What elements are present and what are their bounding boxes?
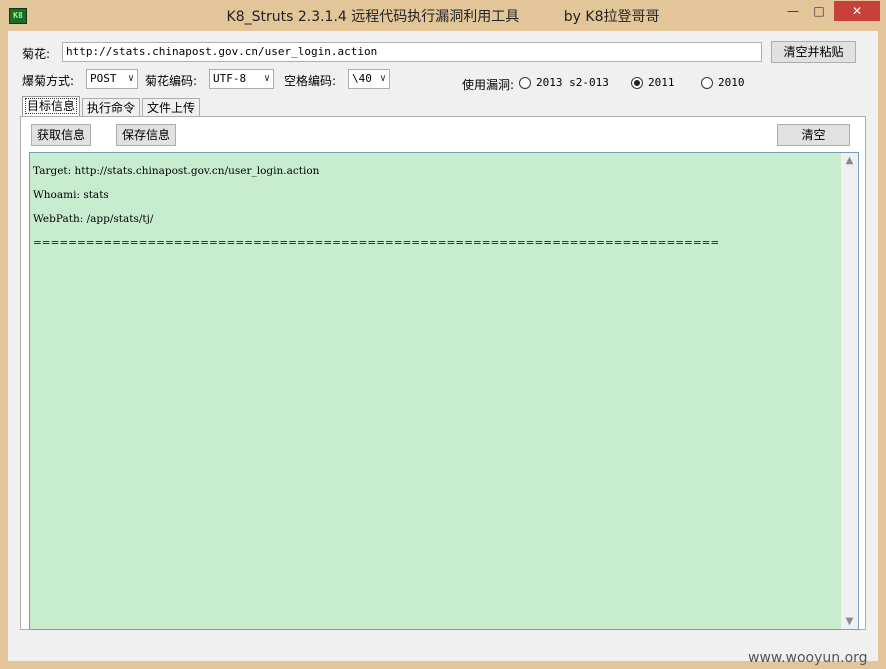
- get-info-button[interactable]: 获取信息: [31, 124, 91, 146]
- close-button[interactable]: ✕: [834, 1, 880, 21]
- space-encoding-select[interactable]: \40 ∨: [348, 69, 390, 89]
- tab-execute-command[interactable]: 执行命令: [82, 98, 140, 116]
- vuln-radio-2013[interactable]: [519, 77, 531, 89]
- chevron-down-icon: ∨: [127, 73, 134, 84]
- output-line-whoami: Whoami: stats: [33, 189, 109, 201]
- output-text: Target: http://stats.chinapost.gov.cn/us…: [33, 159, 823, 255]
- method-select-value: POST: [90, 72, 117, 85]
- output-line-separator: ========================================…: [33, 237, 720, 249]
- chevron-down-icon: ∨: [379, 73, 386, 84]
- app-window: K8 K8_Struts 2.3.1.4 远程代码执行漏洞利用工具 by K8拉…: [0, 0, 886, 669]
- tab-target-info-label: 目标信息: [24, 98, 77, 114]
- encoding-select[interactable]: UTF-8 ∨: [209, 69, 274, 89]
- tab-execute-command-label: 执行命令: [86, 101, 135, 115]
- title-bar[interactable]: K8 K8_Struts 2.3.1.4 远程代码执行漏洞利用工具 by K8拉…: [0, 0, 886, 30]
- method-label: 爆菊方式:: [22, 74, 75, 88]
- tab-file-upload-label: 文件上传: [146, 101, 195, 115]
- vuln-radio-2010-label[interactable]: 2010: [718, 76, 745, 89]
- output-textarea[interactable]: Target: http://stats.chinapost.gov.cn/us…: [29, 152, 859, 630]
- method-select[interactable]: POST ∨: [86, 69, 138, 89]
- tab-file-upload[interactable]: 文件上传: [142, 98, 200, 116]
- minimize-button[interactable]: —: [780, 1, 806, 21]
- chevron-down-icon: ∨: [263, 73, 270, 84]
- clear-paste-button[interactable]: 清空并粘贴: [771, 41, 856, 63]
- output-line-webpath: WebPath: /app/stats/tj/: [33, 213, 154, 225]
- window-title: K8_Struts 2.3.1.4 远程代码执行漏洞利用工具 by K8拉登哥哥: [226, 9, 660, 25]
- save-info-button[interactable]: 保存信息: [116, 124, 176, 146]
- vertical-scrollbar[interactable]: ▲ ▼: [841, 153, 858, 629]
- url-label: 菊花:: [22, 47, 51, 61]
- encoding-label: 菊花编码:: [145, 74, 198, 88]
- encoding-select-value: UTF-8: [213, 72, 247, 85]
- space-encoding-label: 空格编码:: [284, 74, 337, 88]
- vuln-radio-2010[interactable]: [701, 77, 713, 89]
- scroll-up-icon[interactable]: ▲: [841, 155, 858, 166]
- url-input[interactable]: http://stats.chinapost.gov.cn/user_login…: [62, 42, 762, 62]
- clear-button[interactable]: 清空: [777, 124, 850, 146]
- vuln-radio-2013-label[interactable]: 2013 s2-013: [536, 76, 609, 89]
- vuln-label: 使用漏洞:: [462, 78, 515, 92]
- vuln-radio-2011-label[interactable]: 2011: [648, 76, 675, 89]
- tab-target-info[interactable]: 目标信息: [22, 96, 80, 117]
- space-encoding-select-value: \40: [352, 72, 372, 85]
- output-line-target: Target: http://stats.chinapost.gov.cn/us…: [33, 165, 320, 177]
- maximize-button[interactable]: □: [806, 1, 832, 21]
- scroll-down-icon[interactable]: ▼: [841, 616, 858, 627]
- vuln-radio-2011[interactable]: [631, 77, 643, 89]
- client-area: 菊花: http://stats.chinapost.gov.cn/user_l…: [8, 31, 878, 661]
- watermark: www.wooyun.org: [748, 650, 868, 666]
